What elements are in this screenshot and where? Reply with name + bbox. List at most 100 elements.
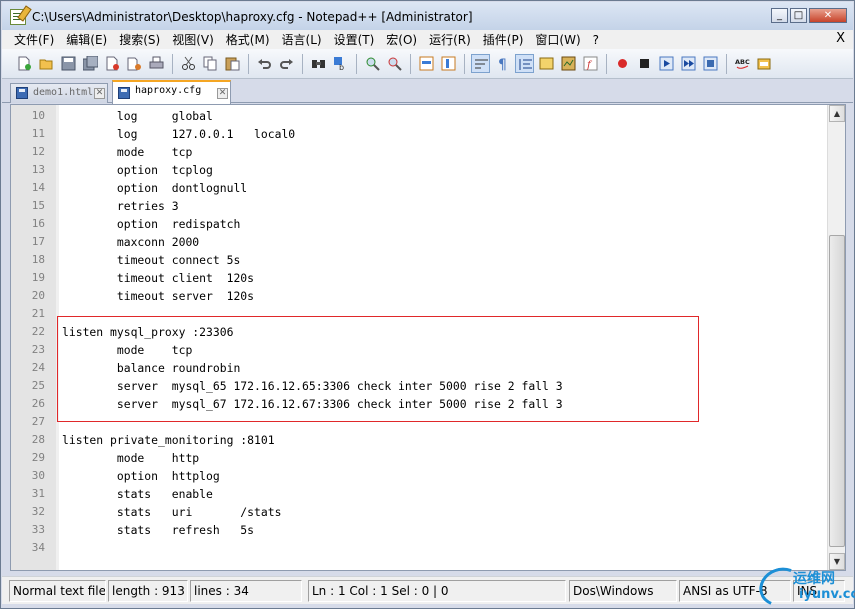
code-line[interactable]: 16 option redispatch <box>32 215 827 233</box>
code-line[interactable]: 15 retries 3 <box>32 197 827 215</box>
code-line[interactable]: 19 timeout client 120s <box>32 269 827 287</box>
code-line[interactable]: 17 maxconn 2000 <box>32 233 827 251</box>
menu-run[interactable]: 运行(R) <box>423 31 477 49</box>
code-line[interactable]: 32 stats uri /stats <box>32 503 827 521</box>
copy-icon[interactable] <box>201 54 220 73</box>
line-text[interactable]: log global <box>62 107 213 125</box>
minimize-button[interactable]: _ <box>771 8 788 23</box>
tab-haproxy-cfg[interactable]: haproxy.cfg ✕ <box>112 80 231 104</box>
sync-horizontal-icon[interactable] <box>439 54 458 73</box>
line-text[interactable]: balance roundrobin <box>62 359 240 377</box>
find-icon[interactable] <box>309 54 328 73</box>
spell-check-icon[interactable]: ABC <box>733 54 752 73</box>
word-wrap-icon[interactable] <box>471 54 490 73</box>
open-file-icon[interactable] <box>37 54 56 73</box>
code-line[interactable]: 28 listen private_monitoring :8101 <box>32 431 827 449</box>
code-line[interactable]: 29 mode http <box>32 449 827 467</box>
code-line[interactable]: 18 timeout connect 5s <box>32 251 827 269</box>
menu-macro[interactable]: 宏(O) <box>380 31 423 49</box>
line-text[interactable]: server mysql_67 172.16.12.67:3306 check … <box>62 395 563 413</box>
menu-settings[interactable]: 设置(T) <box>328 31 381 49</box>
zoom-in-icon[interactable] <box>363 54 382 73</box>
line-text[interactable]: log 127.0.0.1 local0 <box>62 125 295 143</box>
menu-window[interactable]: 窗口(W) <box>529 31 586 49</box>
code-line[interactable]: 23 mode tcp <box>32 341 827 359</box>
code-line[interactable]: 12 mode tcp <box>32 143 827 161</box>
close-icon[interactable] <box>103 54 122 73</box>
close-all-icon[interactable] <box>125 54 144 73</box>
run-macro-multiple-icon[interactable] <box>679 54 698 73</box>
undo-icon[interactable] <box>255 54 274 73</box>
tab-demo1-html[interactable]: demo1.html ✕ <box>10 83 108 103</box>
code-line[interactable]: 24 balance roundrobin <box>32 359 827 377</box>
scroll-down-button[interactable]: ▼ <box>829 553 845 570</box>
code-line[interactable]: 14 option dontlognull <box>32 179 827 197</box>
line-text[interactable]: option dontlognull <box>62 179 247 197</box>
save-icon[interactable] <box>59 54 78 73</box>
function-list-icon[interactable]: f <box>581 54 600 73</box>
code-line[interactable]: 21 <box>32 305 827 323</box>
user-lang-icon[interactable] <box>537 54 556 73</box>
maximize-button[interactable]: □ <box>790 8 807 23</box>
code-line[interactable]: 13 option tcplog <box>32 161 827 179</box>
code-area[interactable]: 10 log global 11 log 127.0.0.1 local0 12 m… <box>32 107 827 557</box>
record-macro-icon[interactable] <box>613 54 632 73</box>
print-icon[interactable] <box>147 54 166 73</box>
tab-close-icon[interactable]: ✕ <box>94 88 105 99</box>
play-macro-icon[interactable] <box>657 54 676 73</box>
code-line[interactable]: 33 stats refresh 5s <box>32 521 827 539</box>
code-line[interactable]: 20 timeout server 120s <box>32 287 827 305</box>
paste-icon[interactable] <box>223 54 242 73</box>
scroll-thumb[interactable] <box>829 235 845 547</box>
menu-view[interactable]: 视图(V) <box>166 31 220 49</box>
tab-close-icon[interactable]: ✕ <box>217 88 228 99</box>
line-text[interactable]: maxconn 2000 <box>62 233 199 251</box>
menu-file[interactable]: 文件(F) <box>8 31 60 49</box>
line-text[interactable]: stats enable <box>62 485 213 503</box>
code-line[interactable]: 22 listen mysql_proxy :23306 <box>32 323 827 341</box>
code-line[interactable]: 27 <box>32 413 827 431</box>
menu-help[interactable]: ? <box>587 31 605 49</box>
new-file-icon[interactable] <box>15 54 34 73</box>
line-text[interactable]: server mysql_65 172.16.12.65:3306 check … <box>62 377 563 395</box>
menu-format[interactable]: 格式(M) <box>220 31 276 49</box>
line-text[interactable]: stats refresh 5s <box>62 521 254 539</box>
close-window-button[interactable]: ✕ <box>809 8 847 23</box>
code-line[interactable]: 11 log 127.0.0.1 local0 <box>32 125 827 143</box>
text-editor[interactable]: 10 log global 11 log 127.0.0.1 local0 12 m… <box>10 104 846 571</box>
redo-icon[interactable] <box>277 54 296 73</box>
code-line[interactable]: 26 server mysql_67 172.16.12.67:3306 che… <box>32 395 827 413</box>
line-text[interactable]: mode tcp <box>62 341 192 359</box>
code-line[interactable]: 34 <box>32 539 827 557</box>
code-line[interactable]: 31 stats enable <box>32 485 827 503</box>
line-text[interactable]: option tcplog <box>62 161 213 179</box>
line-text[interactable]: retries 3 <box>62 197 179 215</box>
line-text[interactable]: timeout connect 5s <box>62 251 240 269</box>
line-text[interactable]: timeout client 120s <box>62 269 254 287</box>
close-document-button[interactable]: X <box>836 30 845 48</box>
replace-icon[interactable]: b <box>331 54 350 73</box>
cut-icon[interactable] <box>179 54 198 73</box>
zoom-out-icon[interactable] <box>385 54 404 73</box>
code-line[interactable]: 10 log global <box>32 107 827 125</box>
line-text[interactable]: timeout server 120s <box>62 287 254 305</box>
line-text[interactable]: stats uri /stats <box>62 503 282 521</box>
code-line[interactable]: 30 option httplog <box>32 467 827 485</box>
menu-language[interactable]: 语言(L) <box>276 31 328 49</box>
save-macro-icon[interactable] <box>701 54 720 73</box>
line-text[interactable]: option httplog <box>62 467 220 485</box>
doc-map-icon[interactable] <box>559 54 578 73</box>
notepad-app-icon[interactable] <box>10 9 26 25</box>
menu-search[interactable]: 搜索(S) <box>113 31 166 49</box>
indent-guide-icon[interactable] <box>515 54 534 73</box>
vertical-scrollbar[interactable]: ▲ ▼ <box>827 105 845 570</box>
title-bar[interactable]: C:\Users\Administrator\Desktop\haproxy.c… <box>2 2 853 31</box>
sync-vertical-icon[interactable] <box>417 54 436 73</box>
stop-record-icon[interactable] <box>635 54 654 73</box>
scroll-up-button[interactable]: ▲ <box>829 105 845 122</box>
spell-check-options-icon[interactable] <box>755 54 774 73</box>
line-text[interactable]: mode http <box>62 449 199 467</box>
code-line[interactable]: 25 server mysql_65 172.16.12.65:3306 che… <box>32 377 827 395</box>
line-text[interactable]: mode tcp <box>62 143 192 161</box>
line-text[interactable]: listen private_monitoring :8101 <box>62 431 275 449</box>
